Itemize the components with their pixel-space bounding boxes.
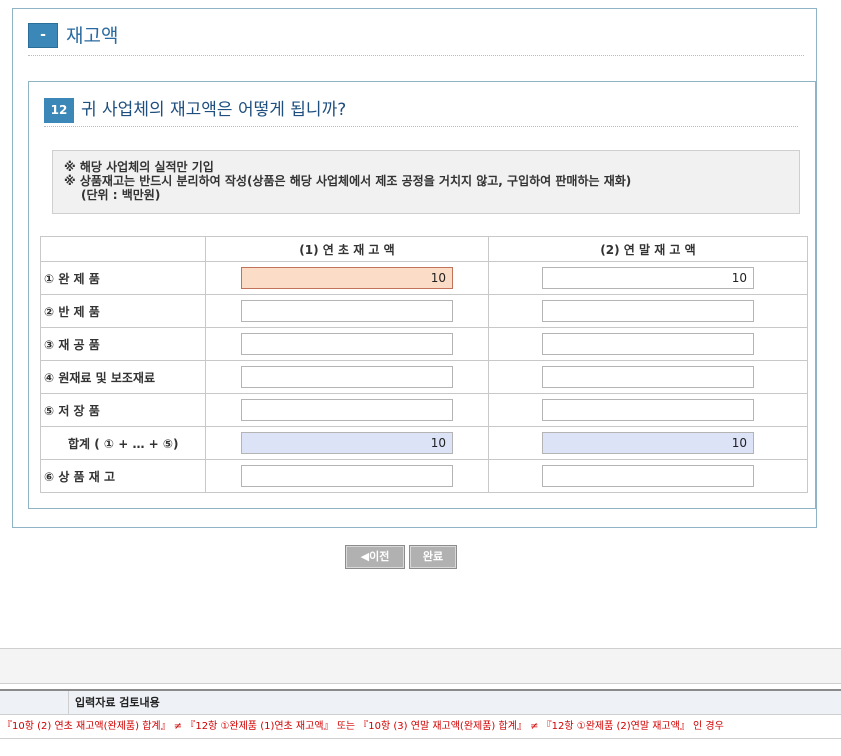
row-label: ① 완 제 품 [40,261,206,295]
merchandise-start-input[interactable] [241,465,453,487]
unit-note: (단위 : 백만원) [81,188,161,202]
cell [205,261,489,295]
done-button[interactable]: 완료 [409,545,457,569]
cell [205,426,489,460]
supplies-end-input[interactable] [542,399,754,421]
table-header-row: (1) 연 초 재 고 액 (2) 연 말 재 고 액 [40,236,808,262]
table-row: ③ 재 공 품 [40,327,808,361]
supplies-start-input[interactable] [241,399,453,421]
bottom-divider-bar [0,648,841,684]
cell [205,459,489,493]
row-label: 합계 ( ① + … + ⑤) [40,426,206,460]
total-end-field [542,432,754,454]
review-row: 『10항 (2) 연초 재고액(완제품) 합계』 ≠ 『12항 ①완제품 (1)… [0,716,841,739]
review-header: 입력자료 검토내용 [0,689,841,715]
total-start-field [241,432,453,454]
cell [205,294,489,328]
prev-button[interactable]: ◀이전 [345,545,405,569]
cell [205,393,489,427]
section-title: 재고액 [66,25,119,47]
work-in-process-start-input[interactable] [241,333,453,355]
cell [488,294,808,328]
table-row: 합계 ( ① + … + ⑤) [40,426,808,460]
cell [488,426,808,460]
work-in-process-end-input[interactable] [542,333,754,355]
cell [488,261,808,295]
question-panel: 12 귀 사업체의 재고액은 어떻게 됩니까? ※ 해당 사업체의 실적만 기입… [28,81,816,509]
review-message: 『10항 (2) 연초 재고액(완제품) 합계』 ≠ 『12항 ①완제품 (1)… [2,721,724,732]
inventory-table: (1) 연 초 재 고 액 (2) 연 말 재 고 액 ① 완 제 품 ② 반 … [40,236,808,493]
notice-line: ※ 해당 사업체의 실적만 기입 [64,160,214,174]
semi-finished-start-input[interactable] [241,300,453,322]
semi-finished-end-input[interactable] [542,300,754,322]
table-row: ④ 원재료 및 보조재료 [40,360,808,394]
row-label: ③ 재 공 품 [40,327,206,361]
table-row: ① 완 제 품 [40,261,808,295]
row-label: ② 반 제 품 [40,294,206,328]
table-row: ⑤ 저 장 품 [40,393,808,427]
cell [205,360,489,394]
table-row: ② 반 제 품 [40,294,808,328]
question-number-badge: 12 [44,98,74,123]
review-title: 입력자료 검토내용 [75,696,160,709]
main-container: - 재고액 12 귀 사업체의 재고액은 어떻게 됩니까? ※ 해당 사업체의 … [12,8,817,528]
row-label: ⑤ 저 장 품 [40,393,206,427]
raw-materials-end-input[interactable] [542,366,754,388]
cell [205,327,489,361]
finished-goods-start-input[interactable] [241,267,453,289]
question-text: 귀 사업체의 재고액은 어떻게 됩니까? [81,100,347,120]
merchandise-end-input[interactable] [542,465,754,487]
cell [488,360,808,394]
question-header: 12 귀 사업체의 재고액은 어떻게 됩니까? [44,98,798,127]
cell [488,393,808,427]
header-start-amount: (1) 연 초 재 고 액 [205,236,489,262]
finished-goods-end-input[interactable] [542,267,754,289]
row-label: ④ 원재료 및 보조재료 [40,360,206,394]
table-row: ⑥ 상 품 재 고 [40,459,808,493]
section-collapse-button[interactable]: - [28,23,58,48]
header-empty [40,236,206,262]
review-header-blank [0,691,69,715]
cell [488,459,808,493]
row-label: ⑥ 상 품 재 고 [40,459,206,493]
section-header: - 재고액 [28,23,804,56]
notice-line: ※ 상품재고는 반드시 분리하여 작성(상품은 해당 사업체에서 제조 공정을 … [64,174,632,188]
raw-materials-start-input[interactable] [241,366,453,388]
cell [488,327,808,361]
header-end-amount: (2) 연 말 재 고 액 [488,236,808,262]
notice-box: ※ 해당 사업체의 실적만 기입 ※ 상품재고는 반드시 분리하여 작성(상품은… [52,150,800,214]
